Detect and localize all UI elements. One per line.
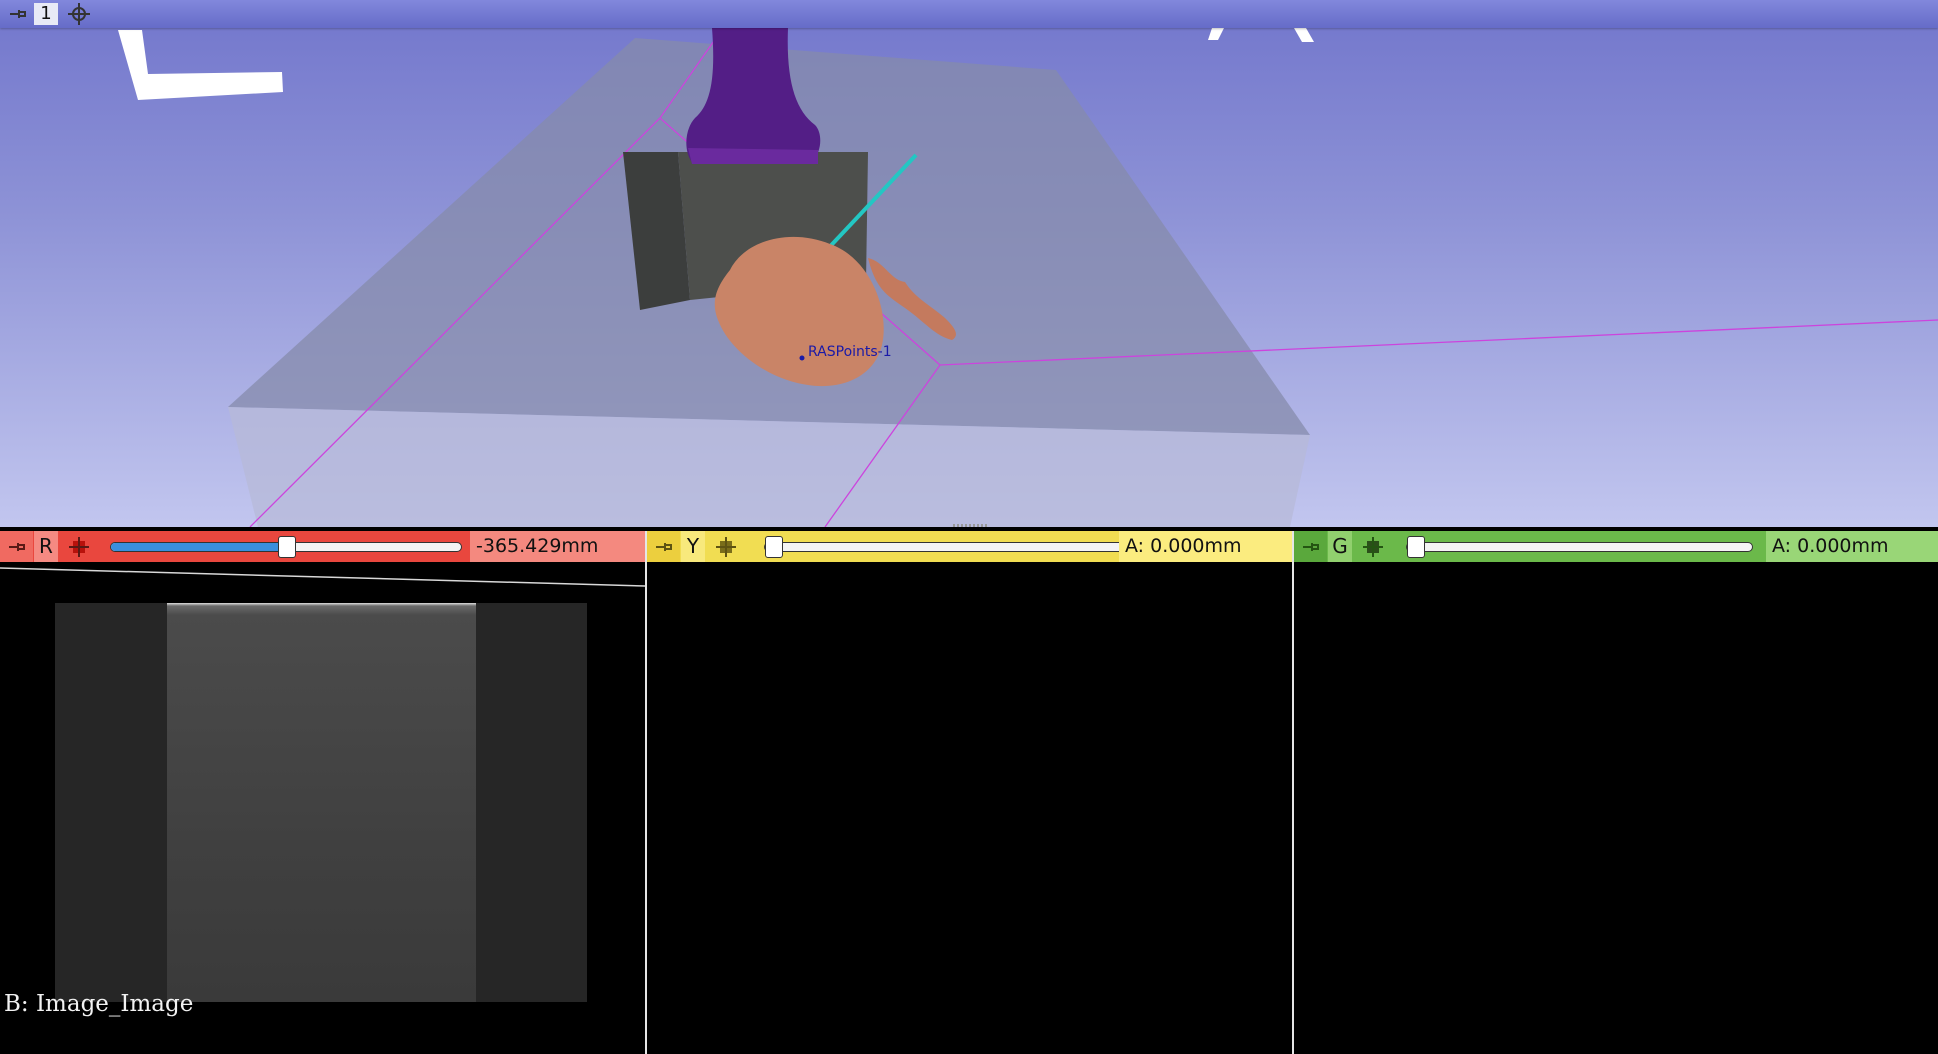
yellow-slice-view[interactable]: Y A: 0.000mm bbox=[647, 531, 1292, 1054]
purple-holder-base bbox=[688, 148, 818, 164]
3d-scene[interactable] bbox=[0, 0, 1938, 527]
slice-visibility-icon[interactable] bbox=[1356, 531, 1390, 562]
red-slice-view[interactable]: R -365.429mm B: Image_Image bbox=[0, 531, 645, 1054]
view-splitter-handle[interactable] bbox=[953, 524, 987, 527]
3d-view-controller-bar: 1 bbox=[0, 0, 1938, 28]
slice-offset-value: A: 0.000mm bbox=[1119, 531, 1292, 562]
pin-icon[interactable] bbox=[6, 0, 30, 28]
view-number[interactable]: 1 bbox=[34, 3, 58, 25]
pin-icon[interactable] bbox=[647, 531, 680, 562]
markup-label: RASPoints-1 bbox=[808, 344, 892, 360]
background-layer-label: B: Image_Image bbox=[4, 991, 194, 1017]
slider-handle[interactable] bbox=[765, 536, 783, 558]
view-letter: G bbox=[1328, 531, 1352, 562]
orientation-marker-left bbox=[118, 30, 283, 100]
green-slice-view[interactable]: G A: 0.000mm bbox=[1294, 531, 1938, 1054]
pin-icon[interactable] bbox=[1294, 531, 1327, 562]
3d-view[interactable]: 1 RASPoints-1 bbox=[0, 0, 1938, 527]
slice-offset-value: A: 0.000mm bbox=[1766, 531, 1938, 562]
slice-offset-slider[interactable] bbox=[1406, 536, 1753, 558]
slice-visibility-icon[interactable] bbox=[709, 531, 743, 562]
center-crosshair-icon[interactable] bbox=[64, 0, 94, 28]
view-letter: Y bbox=[681, 531, 705, 562]
yellow-slice-controller: Y A: 0.000mm bbox=[647, 531, 1292, 562]
slider-handle[interactable] bbox=[1407, 536, 1425, 558]
red-slice-intersection-line bbox=[0, 567, 645, 587]
orientation-marker-top-right-1 bbox=[1208, 28, 1224, 40]
orientation-marker-top-right-2 bbox=[1294, 28, 1314, 42]
ras-point-marker bbox=[799, 355, 805, 361]
slice-image-bright-region bbox=[167, 603, 476, 1002]
green-slice-controller: G A: 0.000mm bbox=[1294, 531, 1938, 562]
